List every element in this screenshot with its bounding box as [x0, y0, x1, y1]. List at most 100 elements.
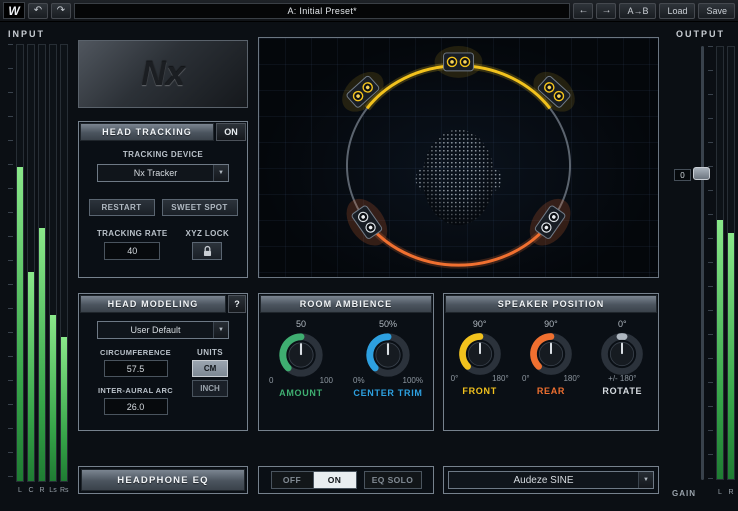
amount-knob[interactable]: [275, 329, 327, 381]
soundstage-svg: [259, 38, 658, 277]
input-level-C: [28, 272, 34, 481]
amount-knob-group: 50 0 100 AMOUNT: [269, 319, 333, 398]
nx-plugin-window: W ↶ ↷ A: Initial Preset* ← → A→B Load Sa…: [0, 0, 738, 511]
toolbar: W ↶ ↷ A: Initial Preset* ← → A→B Load Sa…: [0, 0, 738, 22]
room-ambience-panel: ROOM AMBIENCE 50 0 100 AMOUNT 50%: [258, 293, 434, 431]
center-trim-knob-group: 50% 0% 100% CENTER TRIM: [353, 319, 423, 398]
headphone-eq-section: HEADPHONE EQ: [78, 466, 248, 494]
eq-solo-button[interactable]: EQ SOLO: [364, 471, 422, 489]
headphone-eq-button[interactable]: HEADPHONE EQ: [81, 469, 245, 491]
preset-field[interactable]: A: Initial Preset*: [74, 3, 570, 19]
input-meters: [8, 44, 68, 482]
output-meter-R: [727, 46, 735, 480]
input-level-R: [39, 228, 45, 481]
units-label: UNITS: [197, 348, 223, 357]
gain-slider-handle[interactable]: [693, 167, 710, 180]
front-knob[interactable]: [455, 329, 505, 379]
tracking-device-label: TRACKING DEVICE: [79, 150, 247, 159]
rotate-knob-group: 0° +/- 180° ROTATE: [593, 319, 651, 396]
input-meter-L: [16, 44, 24, 482]
xyz-lock-button[interactable]: [192, 242, 222, 260]
input-level-L: [17, 167, 23, 481]
rear-knob-group: 90° 0° 180° REAR: [522, 319, 580, 396]
input-level-Ls: [50, 315, 56, 481]
center-trim-value: 50%: [379, 319, 397, 329]
redo-icon[interactable]: ↷: [51, 3, 71, 19]
headphone-model-value: Audeze SINE: [449, 472, 638, 488]
head-model-dropdown[interactable]: User Default ▼: [97, 321, 229, 339]
tracking-rate-label: TRACKING RATE: [97, 229, 168, 238]
tracking-device-value: Nx Tracker: [98, 165, 213, 181]
eq-on-button[interactable]: ON: [314, 472, 356, 488]
rear-arc-glow: [367, 223, 550, 266]
nx-logo-text: Nx: [141, 55, 184, 94]
rear-knob[interactable]: [526, 329, 576, 379]
head-modeling-title: HEAD MODELING: [80, 295, 226, 313]
output-meter-L: [716, 46, 724, 480]
ab-compare-button[interactable]: A→B: [619, 3, 656, 19]
room-ambience-header: ROOM AMBIENCE: [259, 294, 433, 314]
speaker-position-title: SPEAKER POSITION: [445, 295, 657, 313]
head-model-value: User Default: [98, 322, 213, 338]
input-channel-labels: L C R Ls Rs: [16, 487, 68, 494]
input-meter-C: [27, 44, 35, 482]
tracking-rate-value[interactable]: 40: [104, 242, 160, 260]
help-button[interactable]: ?: [228, 295, 246, 313]
front-label: FRONT: [462, 386, 497, 396]
output-level-L: [717, 220, 723, 479]
head-tracking-title: HEAD TRACKING: [80, 123, 214, 141]
load-button[interactable]: Load: [659, 3, 695, 19]
rear-value: 90°: [544, 319, 558, 329]
gain-value-box[interactable]: 0: [674, 169, 691, 181]
next-preset-button[interactable]: →: [596, 3, 616, 19]
rotate-knob[interactable]: [597, 329, 647, 379]
tracking-device-dropdown[interactable]: Nx Tracker ▼: [97, 164, 229, 182]
head-tracking-header: HEAD TRACKING ON: [79, 122, 247, 142]
front-knob-group: 90° 0° 180° FRONT: [451, 319, 509, 396]
nx-logo: Nx: [78, 40, 248, 108]
soundstage-view: [258, 37, 659, 278]
room-ambience-title: ROOM AMBIENCE: [260, 295, 432, 313]
center-trim-knob[interactable]: [362, 329, 414, 381]
restart-button[interactable]: RESTART: [89, 199, 155, 216]
input-meter-R: [38, 44, 46, 482]
units-cm-button[interactable]: CM: [192, 360, 228, 377]
rotate-value: 0°: [618, 319, 627, 329]
output-meters: [716, 46, 735, 480]
amount-value: 50: [296, 319, 306, 329]
output-title: OUTPUT: [676, 29, 725, 39]
eq-off-button[interactable]: OFF: [272, 472, 314, 488]
lock-icon: [201, 245, 214, 258]
output-level-R: [728, 233, 734, 479]
output-channel-labels: L R: [716, 489, 735, 496]
head-tracking-on-button[interactable]: ON: [216, 123, 246, 141]
inter-aural-arc-value[interactable]: 26.0: [104, 398, 168, 415]
prev-preset-button[interactable]: ←: [573, 3, 593, 19]
circumference-label: CIRCUMFERENCE: [100, 348, 171, 357]
gain-slider-track[interactable]: [701, 46, 704, 480]
headphone-model-dropdown[interactable]: Audeze SINE ▼: [448, 471, 654, 489]
chevron-down-icon: ▼: [213, 165, 228, 181]
waves-logo: W: [3, 2, 25, 19]
head-modeling-header: HEAD MODELING ?: [79, 294, 247, 314]
undo-icon[interactable]: ↶: [28, 3, 48, 19]
sweet-spot-button[interactable]: SWEET SPOT: [162, 199, 238, 216]
inter-aural-arc-label: INTER-AURAL ARC: [98, 386, 173, 395]
input-meter-Rs: [60, 44, 68, 482]
output-meter-scale: [708, 46, 713, 480]
input-level-Rs: [61, 337, 67, 481]
front-value: 90°: [473, 319, 487, 329]
gain-label: GAIN: [672, 489, 696, 498]
headphone-eq-toggle-box: OFF ON EQ SOLO: [258, 466, 434, 494]
input-meter-scale: [8, 44, 13, 482]
speaker-position-panel: SPEAKER POSITION 90° 0° 180° FRONT 90°: [443, 293, 659, 431]
circumference-value[interactable]: 57.5: [104, 360, 168, 377]
units-inch-button[interactable]: INCH: [192, 380, 228, 397]
save-button[interactable]: Save: [698, 3, 735, 19]
head-modeling-panel: HEAD MODELING ? User Default ▼ CIRCUMFER…: [78, 293, 248, 431]
speaker-center[interactable]: [435, 46, 483, 78]
chevron-down-icon: ▼: [638, 472, 653, 488]
listener-head: [416, 130, 502, 226]
rear-label: REAR: [537, 386, 565, 396]
center-trim-label: CENTER TRIM: [353, 388, 422, 398]
